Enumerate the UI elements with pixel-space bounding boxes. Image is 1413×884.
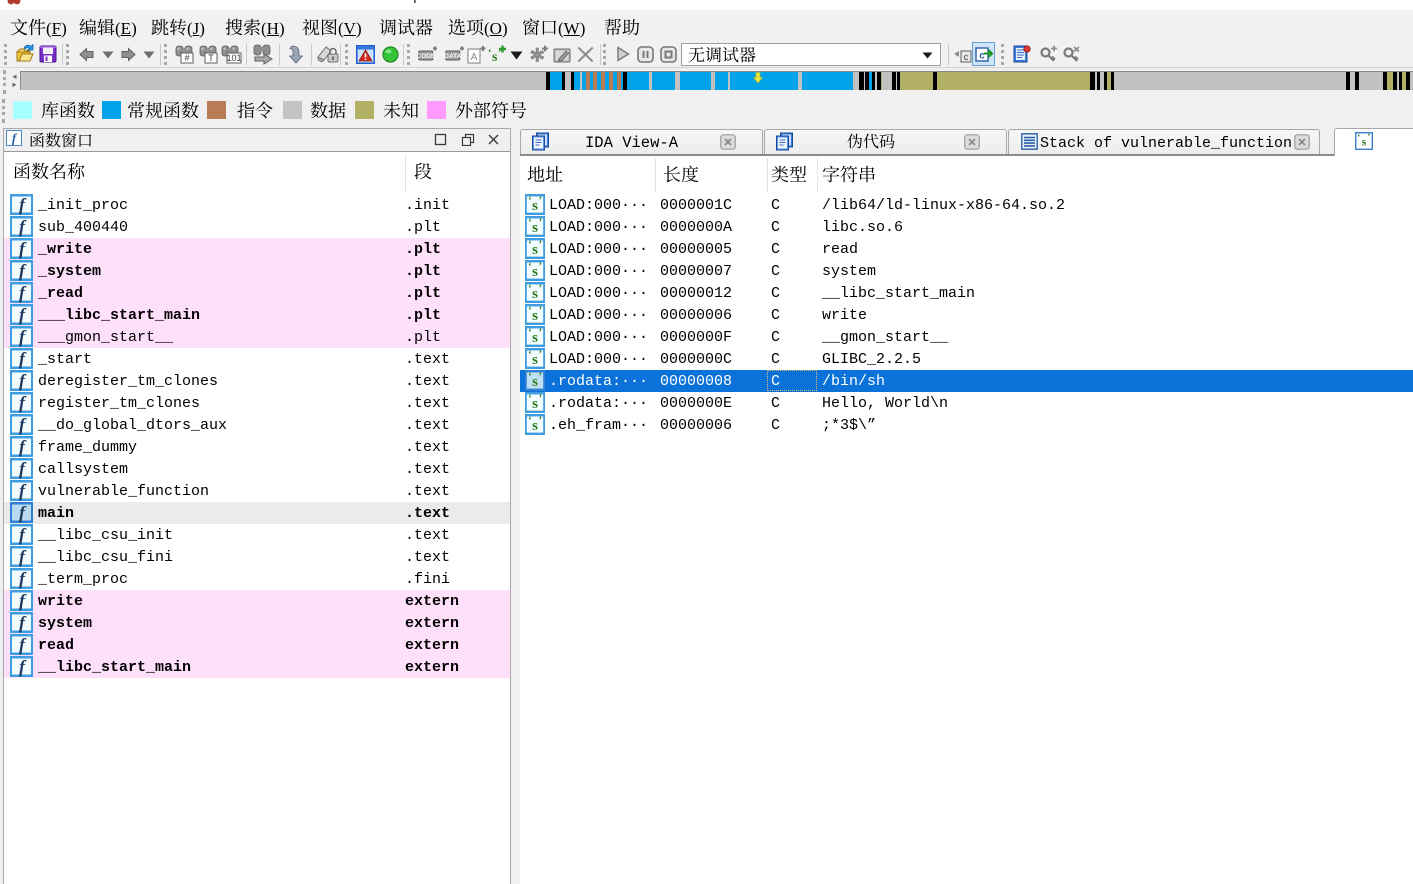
- svg-text:‘: ‘: [528, 240, 531, 251]
- svg-text:CODE: CODE: [418, 53, 436, 60]
- svg-text:s: s: [1362, 137, 1367, 149]
- svg-text:A: A: [471, 52, 478, 63]
- svg-text:s: s: [532, 330, 538, 346]
- svg-text:’: ’: [539, 372, 542, 383]
- svg-text:‘: ‘: [528, 262, 531, 273]
- svg-text:’: ’: [539, 394, 542, 405]
- svg-text:‘: ‘: [528, 196, 531, 207]
- svg-text:s: s: [532, 418, 538, 434]
- svg-text:’: ’: [539, 284, 542, 295]
- svg-text:’: ’: [539, 350, 542, 361]
- svg-text:s: s: [532, 264, 538, 280]
- svg-text:‘: ‘: [528, 218, 531, 229]
- svg-text:c: c: [964, 52, 969, 62]
- svg-text:s: s: [532, 198, 538, 214]
- svg-text:‘: ‘: [528, 416, 531, 427]
- svg-text:‘: ‘: [528, 350, 531, 361]
- svg-text:’: ’: [539, 240, 542, 251]
- svg-text:c: c: [979, 51, 985, 62]
- svg-text:‘: ‘: [528, 372, 531, 383]
- svg-text:s: s: [532, 308, 538, 324]
- svg-text:‘: ‘: [1357, 132, 1360, 142]
- svg-text:‘: ‘: [488, 48, 491, 59]
- svg-text:s: s: [532, 352, 538, 368]
- svg-text:’: ’: [539, 196, 542, 207]
- svg-text:‘: ‘: [528, 284, 531, 295]
- svg-text:101: 101: [226, 53, 241, 63]
- svg-text:’: ’: [1367, 132, 1370, 142]
- svg-text:DATA: DATA: [445, 53, 462, 60]
- svg-text:’: ’: [539, 328, 542, 339]
- svg-text:‘: ‘: [528, 306, 531, 317]
- svg-text:s: s: [532, 374, 538, 390]
- svg-text:s: s: [532, 242, 538, 258]
- svg-text:s: s: [532, 396, 538, 412]
- svg-text:’: ’: [539, 218, 542, 229]
- svg-text:’: ’: [539, 416, 542, 427]
- svg-text:‘: ‘: [528, 394, 531, 405]
- svg-text:‘: ‘: [528, 328, 531, 339]
- svg-text:T: T: [208, 53, 214, 63]
- svg-text:#: #: [184, 53, 189, 63]
- svg-text:’: ’: [539, 262, 542, 273]
- svg-text:s: s: [532, 286, 538, 302]
- svg-text:’: ’: [539, 306, 542, 317]
- svg-text:s: s: [532, 220, 538, 236]
